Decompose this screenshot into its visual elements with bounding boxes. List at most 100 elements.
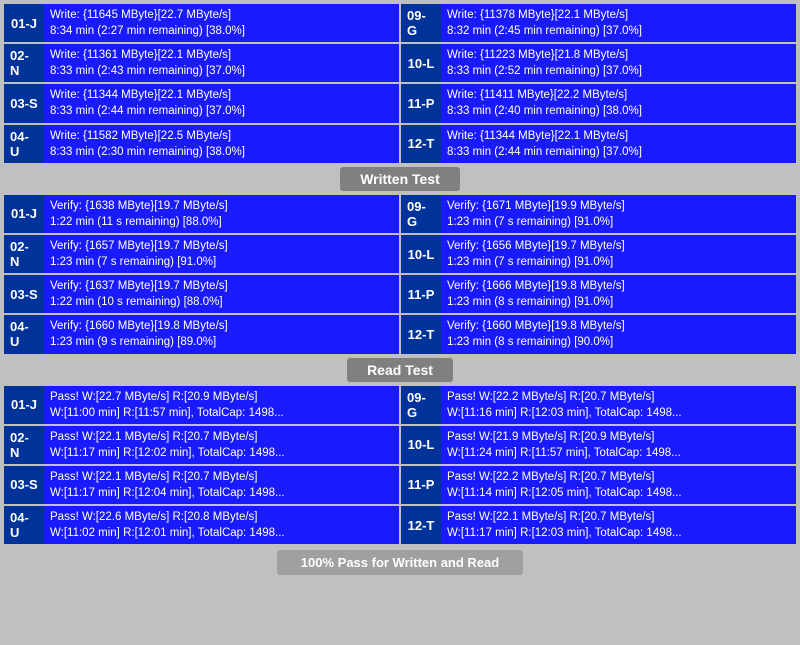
verify-line2-01j: 1:22 min (11 s remaining) [88.0%]: [50, 214, 393, 230]
device-id-03s-write: 03-S: [4, 84, 44, 122]
device-id-10l-verify: 10-L: [401, 235, 441, 273]
write-line1-10l: Write: {11223 MByte}[21.8 MByte/s]: [447, 47, 790, 63]
device-id-04u-write: 04-U: [4, 125, 44, 163]
verify-grid: 01-J Verify: {1638 MByte}[19.7 MByte/s] …: [4, 195, 796, 354]
final-status-label: 100% Pass for Written and Read: [277, 550, 523, 575]
verify-left-col: 01-J Verify: {1638 MByte}[19.7 MByte/s] …: [4, 195, 399, 354]
write-status-03s: Write: {11344 MByte}[22.1 MByte/s] 8:33 …: [44, 84, 399, 122]
verify-line1-02n: Verify: {1657 MByte}[19.7 MByte/s]: [50, 238, 393, 254]
bottom-status-bar: 100% Pass for Written and Read: [4, 548, 796, 577]
device-id-11p-read: 11-P: [401, 466, 441, 504]
verify-line1-03s: Verify: {1637 MByte}[19.7 MByte/s]: [50, 278, 393, 294]
device-id-11p-verify: 11-P: [401, 275, 441, 313]
verify-line2-03s: 1:22 min (10 s remaining) [88.0%]: [50, 294, 393, 310]
read-test-divider: Read Test: [4, 358, 796, 382]
verify-status-12t: Verify: {1660 MByte}[19.8 MByte/s] 1:23 …: [441, 315, 796, 353]
read-status-12t: Pass! W:[22.1 MByte/s] R:[20.7 MByte/s] …: [441, 506, 796, 544]
read-line1-11p: Pass! W:[22.2 MByte/s] R:[20.7 MByte/s]: [447, 469, 790, 485]
write-line1-03s: Write: {11344 MByte}[22.1 MByte/s]: [50, 87, 393, 103]
verify-line1-01j: Verify: {1638 MByte}[19.7 MByte/s]: [50, 198, 393, 214]
verify-line1-04u: Verify: {1660 MByte}[19.8 MByte/s]: [50, 318, 393, 334]
main-container: 01-J Write: {11645 MByte}[22.7 MByte/s] …: [0, 0, 800, 581]
read-status-01j: Pass! W:[22.7 MByte/s] R:[20.9 MByte/s] …: [44, 386, 399, 424]
device-id-01j-read: 01-J: [4, 386, 44, 424]
device-id-12t-read: 12-T: [401, 506, 441, 544]
verify-line2-02n: 1:23 min (7 s remaining) [91.0%]: [50, 254, 393, 270]
write-right-col: 09-G Write: {11378 MByte}[22.1 MByte/s] …: [401, 4, 796, 163]
write-line1-11p: Write: {11411 MByte}[22.2 MByte/s]: [447, 87, 790, 103]
read-right-col: 09-G Pass! W:[22.2 MByte/s] R:[20.7 MByt…: [401, 386, 796, 545]
read-line1-09g: Pass! W:[22.2 MByte/s] R:[20.7 MByte/s]: [447, 389, 790, 405]
table-row: 04-U Verify: {1660 MByte}[19.8 MByte/s] …: [4, 315, 399, 353]
write-status-11p: Write: {11411 MByte}[22.2 MByte/s] 8:33 …: [441, 84, 796, 122]
write-status-12t: Write: {11344 MByte}[22.1 MByte/s] 8:33 …: [441, 125, 796, 163]
verify-line1-12t: Verify: {1660 MByte}[19.8 MByte/s]: [447, 318, 790, 334]
read-status-11p: Pass! W:[22.2 MByte/s] R:[20.7 MByte/s] …: [441, 466, 796, 504]
read-line1-01j: Pass! W:[22.7 MByte/s] R:[20.9 MByte/s]: [50, 389, 393, 405]
read-line1-10l: Pass! W:[21.9 MByte/s] R:[20.9 MByte/s]: [447, 429, 790, 445]
device-id-09g-write: 09-G: [401, 4, 441, 42]
read-line1-12t: Pass! W:[22.1 MByte/s] R:[20.7 MByte/s]: [447, 509, 790, 525]
verify-status-02n: Verify: {1657 MByte}[19.7 MByte/s] 1:23 …: [44, 235, 399, 273]
device-id-04u-verify: 04-U: [4, 315, 44, 353]
table-row: 10-L Verify: {1656 MByte}[19.7 MByte/s] …: [401, 235, 796, 273]
read-left-col: 01-J Pass! W:[22.7 MByte/s] R:[20.9 MByt…: [4, 386, 399, 545]
write-line2-02n: 8:33 min (2:43 min remaining) [37.0%]: [50, 63, 393, 79]
write-line2-01j: 8:34 min (2:27 min remaining) [38.0%]: [50, 23, 393, 39]
table-row: 03-S Verify: {1637 MByte}[19.7 MByte/s] …: [4, 275, 399, 313]
verify-line2-12t: 1:23 min (8 s remaining) [90.0%]: [447, 334, 790, 350]
table-row: 02-N Pass! W:[22.1 MByte/s] R:[20.7 MByt…: [4, 426, 399, 464]
device-id-12t-verify: 12-T: [401, 315, 441, 353]
write-line2-09g: 8:32 min (2:45 min remaining) [37.0%]: [447, 23, 790, 39]
table-row: 01-J Pass! W:[22.7 MByte/s] R:[20.9 MByt…: [4, 386, 399, 424]
device-id-09g-read: 09-G: [401, 386, 441, 424]
device-id-04u-read: 04-U: [4, 506, 44, 544]
read-status-02n: Pass! W:[22.1 MByte/s] R:[20.7 MByte/s] …: [44, 426, 399, 464]
table-row: 09-G Pass! W:[22.2 MByte/s] R:[20.7 MByt…: [401, 386, 796, 424]
table-row: 10-L Pass! W:[21.9 MByte/s] R:[20.9 MByt…: [401, 426, 796, 464]
device-id-01j-verify: 01-J: [4, 195, 44, 233]
table-row: 03-S Pass! W:[22.1 MByte/s] R:[20.7 MByt…: [4, 466, 399, 504]
write-section: 01-J Write: {11645 MByte}[22.7 MByte/s] …: [4, 4, 796, 163]
verify-status-04u: Verify: {1660 MByte}[19.8 MByte/s] 1:23 …: [44, 315, 399, 353]
write-status-01j: Write: {11645 MByte}[22.7 MByte/s] 8:34 …: [44, 4, 399, 42]
table-row: 12-T Verify: {1660 MByte}[19.8 MByte/s] …: [401, 315, 796, 353]
write-line1-09g: Write: {11378 MByte}[22.1 MByte/s]: [447, 7, 790, 23]
verify-line2-11p: 1:23 min (8 s remaining) [91.0%]: [447, 294, 790, 310]
verify-section: 01-J Verify: {1638 MByte}[19.7 MByte/s] …: [4, 195, 796, 354]
device-id-12t-write: 12-T: [401, 125, 441, 163]
table-row: 09-G Write: {11378 MByte}[22.1 MByte/s] …: [401, 4, 796, 42]
read-line1-04u: Pass! W:[22.6 MByte/s] R:[20.8 MByte/s]: [50, 509, 393, 525]
table-row: 11-P Write: {11411 MByte}[22.2 MByte/s] …: [401, 84, 796, 122]
write-line2-10l: 8:33 min (2:52 min remaining) [37.0%]: [447, 63, 790, 79]
verify-line1-10l: Verify: {1656 MByte}[19.7 MByte/s]: [447, 238, 790, 254]
device-id-09g-verify: 09-G: [401, 195, 441, 233]
write-status-02n: Write: {11361 MByte}[22.1 MByte/s] 8:33 …: [44, 44, 399, 82]
table-row: 10-L Write: {11223 MByte}[21.8 MByte/s] …: [401, 44, 796, 82]
write-line2-04u: 8:33 min (2:30 min remaining) [38.0%]: [50, 144, 393, 160]
read-line2-12t: W:[11:17 min] R:[12:03 min], TotalCap: 1…: [447, 525, 790, 541]
table-row: 04-U Pass! W:[22.6 MByte/s] R:[20.8 MByt…: [4, 506, 399, 544]
write-line1-01j: Write: {11645 MByte}[22.7 MByte/s]: [50, 7, 393, 23]
write-status-09g: Write: {11378 MByte}[22.1 MByte/s] 8:32 …: [441, 4, 796, 42]
read-line2-01j: W:[11:00 min] R:[11:57 min], TotalCap: 1…: [50, 405, 393, 421]
verify-line1-11p: Verify: {1666 MByte}[19.8 MByte/s]: [447, 278, 790, 294]
table-row: 01-J Verify: {1638 MByte}[19.7 MByte/s] …: [4, 195, 399, 233]
device-id-10l-read: 10-L: [401, 426, 441, 464]
write-line2-03s: 8:33 min (2:44 min remaining) [37.0%]: [50, 103, 393, 119]
verify-status-01j: Verify: {1638 MByte}[19.7 MByte/s] 1:22 …: [44, 195, 399, 233]
verify-line1-09g: Verify: {1671 MByte}[19.9 MByte/s]: [447, 198, 790, 214]
write-status-10l: Write: {11223 MByte}[21.8 MByte/s] 8:33 …: [441, 44, 796, 82]
table-row: 09-G Verify: {1671 MByte}[19.9 MByte/s] …: [401, 195, 796, 233]
write-line2-11p: 8:33 min (2:40 min remaining) [38.0%]: [447, 103, 790, 119]
written-test-divider: Written Test: [4, 167, 796, 191]
device-id-02n-read: 02-N: [4, 426, 44, 464]
verify-status-10l: Verify: {1656 MByte}[19.7 MByte/s] 1:23 …: [441, 235, 796, 273]
read-line2-09g: W:[11:16 min] R:[12:03 min], TotalCap: 1…: [447, 405, 790, 421]
table-row: 12-T Pass! W:[22.1 MByte/s] R:[20.7 MByt…: [401, 506, 796, 544]
read-line2-11p: W:[11:14 min] R:[12:05 min], TotalCap: 1…: [447, 485, 790, 501]
table-row: 11-P Verify: {1666 MByte}[19.8 MByte/s] …: [401, 275, 796, 313]
device-id-02n-verify: 02-N: [4, 235, 44, 273]
read-test-label: Read Test: [347, 358, 453, 382]
read-line2-02n: W:[11:17 min] R:[12:02 min], TotalCap: 1…: [50, 445, 393, 461]
